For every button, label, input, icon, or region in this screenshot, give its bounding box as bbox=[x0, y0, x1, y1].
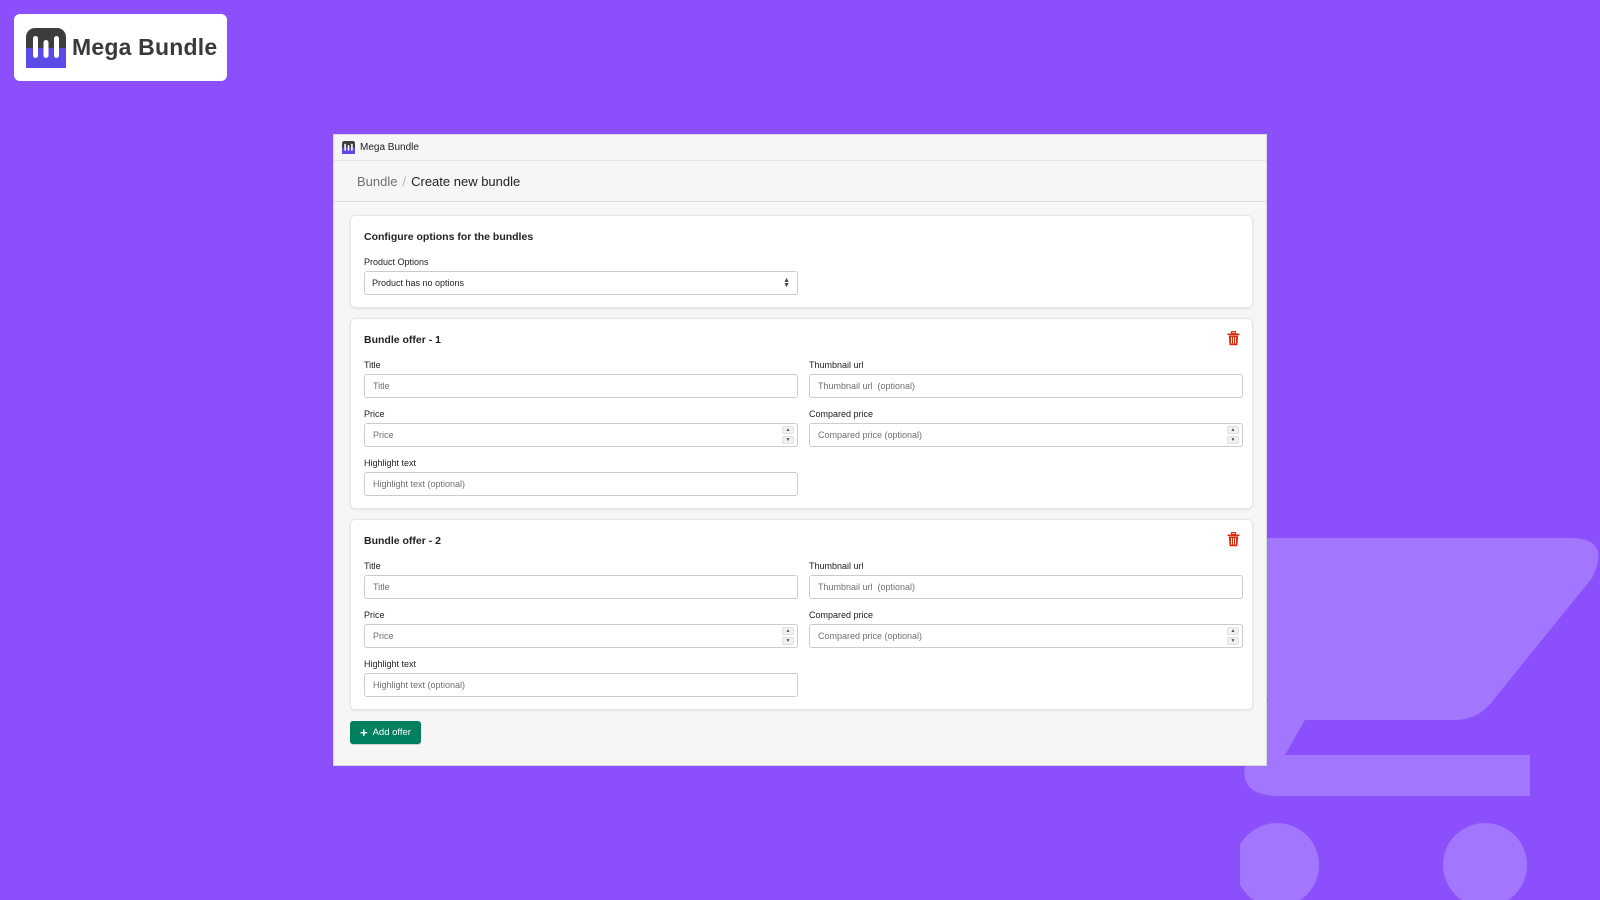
decrement-button[interactable]: ▼ bbox=[782, 436, 794, 444]
app-window: Mega Bundle Bundle / Create new bundle C… bbox=[333, 134, 1267, 766]
thumbnail-field: Thumbnail url bbox=[809, 561, 1243, 599]
add-offer-label: Add offer bbox=[372, 727, 411, 738]
highlight-text-input[interactable] bbox=[364, 673, 798, 697]
decrement-button[interactable]: ▼ bbox=[1227, 637, 1239, 645]
increment-button[interactable]: ▲ bbox=[1227, 426, 1239, 434]
breadcrumb-bundle-link[interactable]: Bundle bbox=[357, 174, 397, 189]
highlight-field: Highlight text bbox=[364, 659, 798, 697]
highlight-text-label: Highlight text bbox=[364, 458, 417, 468]
compared-price-field: Compared price ▲ ▼ bbox=[809, 610, 1243, 648]
compared-price-stepper: ▲ ▼ bbox=[1227, 426, 1239, 444]
brand-logo-card: Mega Bundle bbox=[14, 14, 227, 81]
bundle-offer-card: Bundle offer - 1 Title Thumbnail url bbox=[350, 318, 1253, 509]
increment-button[interactable]: ▲ bbox=[782, 426, 794, 434]
shopping-cart-decoration bbox=[1240, 538, 1599, 900]
plus-icon: + bbox=[360, 725, 368, 740]
thumbnail-url-label: Thumbnail url bbox=[809, 561, 864, 571]
bundle-offer-title: Bundle offer - 2 bbox=[364, 535, 442, 547]
breadcrumb: Bundle / Create new bundle bbox=[334, 161, 1266, 202]
product-options-label: Product Options bbox=[364, 257, 429, 267]
compared-price-label: Compared price bbox=[809, 409, 874, 419]
app-logo-icon bbox=[342, 141, 355, 154]
increment-button[interactable]: ▲ bbox=[1227, 627, 1239, 635]
title-input[interactable] bbox=[364, 575, 798, 599]
highlight-text-label: Highlight text bbox=[364, 659, 417, 669]
trash-icon[interactable] bbox=[1227, 331, 1240, 346]
app-title: Mega Bundle bbox=[360, 142, 419, 153]
compared-price-stepper: ▲ ▼ bbox=[1227, 627, 1239, 645]
highlight-field: Highlight text bbox=[364, 458, 798, 496]
compared-price-input[interactable] bbox=[809, 624, 1243, 648]
bundle-offer-card: Bundle offer - 2 Title Thumbnail url bbox=[350, 519, 1253, 710]
price-input[interactable] bbox=[364, 423, 798, 447]
price-label: Price bbox=[364, 610, 385, 620]
price-input[interactable] bbox=[364, 624, 798, 648]
title-field: Title bbox=[364, 561, 798, 599]
price-label: Price bbox=[364, 409, 385, 419]
product-options-select[interactable]: Product has no options ▲ ▼ bbox=[364, 271, 798, 295]
select-arrows-icon: ▲ ▼ bbox=[783, 277, 790, 289]
price-stepper: ▲ ▼ bbox=[782, 426, 794, 444]
thumbnail-field: Thumbnail url bbox=[809, 360, 1243, 398]
add-offer-button[interactable]: + Add offer bbox=[350, 721, 421, 744]
thumbnail-url-input[interactable] bbox=[809, 575, 1243, 599]
price-field: Price ▲ ▼ bbox=[364, 409, 798, 447]
thumbnail-url-label: Thumbnail url bbox=[809, 360, 864, 370]
thumbnail-url-input[interactable] bbox=[809, 374, 1243, 398]
title-field: Title bbox=[364, 360, 798, 398]
title-label: Title bbox=[364, 360, 381, 370]
decrement-button[interactable]: ▼ bbox=[782, 637, 794, 645]
decrement-button[interactable]: ▼ bbox=[1227, 436, 1239, 444]
compared-price-label: Compared price bbox=[809, 610, 874, 620]
title-input[interactable] bbox=[364, 374, 798, 398]
breadcrumb-separator: / bbox=[402, 173, 407, 189]
app-topbar: Mega Bundle bbox=[334, 135, 1266, 161]
title-label: Title bbox=[364, 561, 381, 571]
trash-icon[interactable] bbox=[1227, 532, 1240, 547]
price-field: Price ▲ ▼ bbox=[364, 610, 798, 648]
options-card: Configure options for the bundles Produc… bbox=[350, 215, 1253, 308]
page-title: Create new bundle bbox=[411, 173, 521, 189]
compared-price-input[interactable] bbox=[809, 423, 1243, 447]
product-options-selected-value: Product has no options bbox=[372, 278, 465, 288]
highlight-text-input[interactable] bbox=[364, 472, 798, 496]
bundle-offer-title: Bundle offer - 1 bbox=[364, 334, 442, 346]
price-stepper: ▲ ▼ bbox=[782, 627, 794, 645]
mega-bundle-logo-icon bbox=[26, 27, 66, 68]
brand-name: Mega Bundle bbox=[72, 34, 218, 60]
options-card-title: Configure options for the bundles bbox=[364, 231, 534, 243]
increment-button[interactable]: ▲ bbox=[782, 627, 794, 635]
main-content: Configure options for the bundles Produc… bbox=[334, 202, 1266, 744]
compared-price-field: Compared price ▲ ▼ bbox=[809, 409, 1243, 447]
